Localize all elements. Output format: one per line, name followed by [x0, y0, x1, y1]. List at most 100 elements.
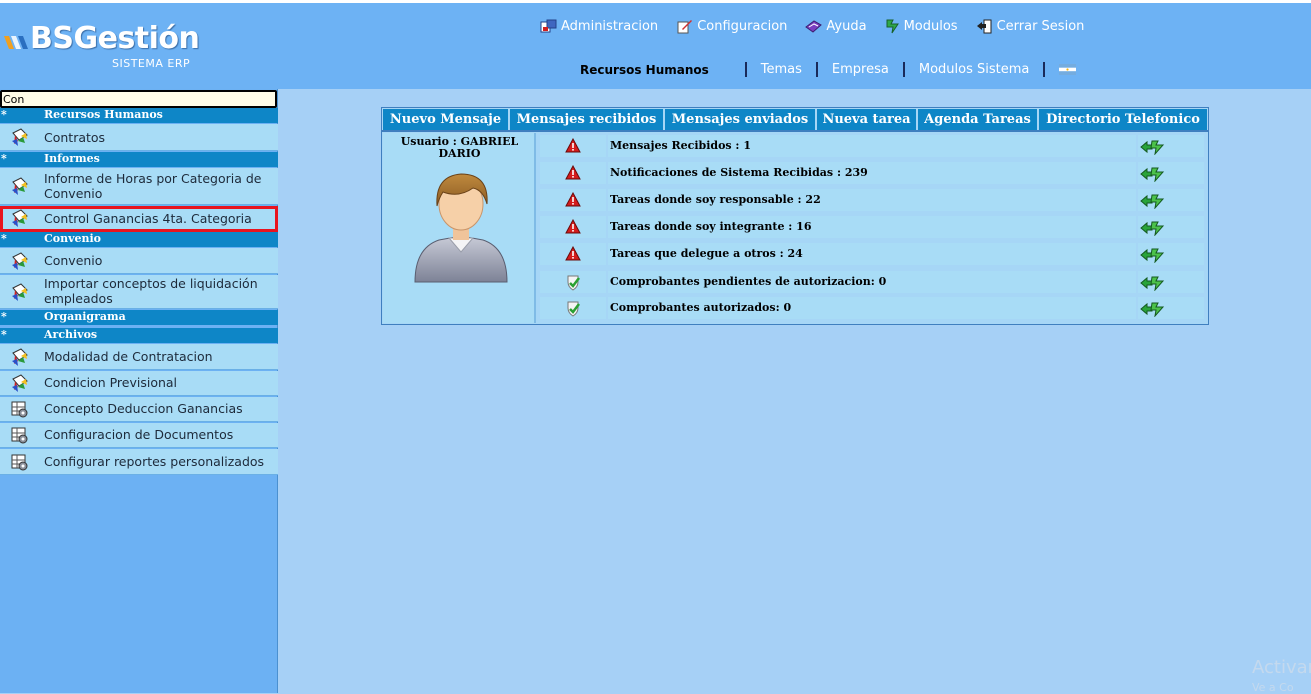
tab-agenda-tareas[interactable]: Agenda Tareas: [918, 109, 1039, 130]
table-settings-icon: [11, 454, 28, 471]
table-settings-icon: [11, 427, 28, 444]
group-organigrama[interactable]: * Organigrama: [0, 310, 278, 325]
summary-row: Mensajes Recibidos : 1: [540, 135, 1204, 157]
go-button[interactable]: [1138, 135, 1204, 157]
summary-text: Tareas que delegue a otros : 24: [608, 243, 1136, 265]
tab-directorio-telefonico[interactable]: Directorio Telefonico: [1039, 109, 1207, 130]
group-label: Convenio: [44, 232, 101, 245]
summary-row: Comprobantes autorizados: 0: [540, 297, 1204, 319]
status-cell: [540, 243, 606, 265]
go-arrow-icon: [1140, 248, 1164, 263]
group-informes[interactable]: * Informes: [0, 152, 278, 167]
menu-modulos[interactable]: Modulos: [885, 18, 958, 34]
tab-nuevo-mensaje[interactable]: Nuevo Mensaje: [383, 109, 510, 130]
activation-watermark-sub: Ve a Co: [1252, 681, 1294, 694]
brand-logo[interactable]: BSGestión SISTEMA ERP: [0, 21, 210, 77]
module-nav: Recursos Humanos Temas Empresa Modulos S…: [580, 62, 1077, 77]
sidebar-item-modalidad-contratacion[interactable]: Modalidad de Contratacion: [0, 344, 278, 370]
sidebar-item-configuracion-documentos[interactable]: Configuracion de Documentos: [0, 423, 278, 448]
menu-ayuda[interactable]: Ayuda: [805, 19, 867, 34]
brand-subtitle: SISTEMA ERP: [112, 57, 191, 70]
report-icon: [11, 374, 28, 393]
status-cell: [540, 135, 606, 157]
current-module: Recursos Humanos: [580, 62, 709, 77]
go-arrow-icon: [1140, 194, 1164, 209]
warning-icon: [565, 192, 581, 207]
nav-link-temas[interactable]: Temas: [761, 62, 802, 77]
warning-icon: [565, 246, 581, 261]
menu-label: Administracion: [561, 18, 659, 34]
logo-mark-icon: [4, 36, 28, 49]
go-button[interactable]: [1138, 243, 1204, 265]
group-marker: *: [1, 108, 7, 121]
sidebar-item-importar-conceptos[interactable]: Importar conceptos de liquidación emplea…: [0, 275, 278, 309]
brand-name: BSGestión: [30, 21, 200, 56]
sidebar-item-concepto-deduccion[interactable]: Concepto Deduccion Ganancias: [0, 397, 278, 422]
sidebar: * Recursos Humanos Contratos * Informes …: [0, 89, 278, 693]
group-marker: *: [1, 328, 7, 341]
table-settings-icon: [11, 401, 28, 418]
sidebar-item-condicion-previsional[interactable]: Condicion Previsional: [0, 371, 278, 396]
sidebar-item-control-ganancias[interactable]: Control Ganancias 4ta. Categoria: [0, 206, 278, 232]
group-marker: *: [1, 310, 7, 323]
sidebar-item-label: Importar conceptos de liquidación emplea…: [44, 276, 258, 306]
summary-row: Tareas donde soy responsable : 22: [540, 189, 1204, 211]
sidebar-item-informe-horas[interactable]: Informe de Horas por Categoria de Conven…: [0, 168, 278, 205]
sidebar-item-label: Control Ganancias 4ta. Categoria: [44, 211, 252, 226]
nav-separator: [1043, 62, 1046, 77]
administration-icon: [540, 19, 557, 32]
configuration-icon: [677, 19, 693, 33]
menu-label: Configuracion: [697, 18, 788, 34]
go-button[interactable]: [1138, 297, 1204, 319]
tab-nueva-tarea[interactable]: Nueva tarea: [817, 109, 918, 130]
nav-separator: [744, 62, 747, 77]
menu-configuracion[interactable]: Configuracion: [676, 19, 787, 34]
group-archivos[interactable]: * Archivos: [0, 328, 278, 343]
sidebar-item-label: Concepto Deduccion Ganancias: [44, 401, 243, 416]
sidebar-item-label: Informe de Horas por Categoria de Conven…: [44, 171, 262, 201]
summary-row: Tareas que delegue a otros : 24: [540, 243, 1204, 265]
group-label: Archivos: [44, 328, 98, 341]
menu-search-input[interactable]: [0, 90, 277, 108]
group-label: Informes: [44, 152, 100, 165]
sidebar-item-configurar-reportes[interactable]: Configurar reportes personalizados: [0, 449, 278, 475]
sidebar-item-label: Contratos: [44, 130, 106, 145]
messages-panel: Nuevo Mensaje Mensajes recibidos Mensaje…: [381, 107, 1209, 325]
go-button[interactable]: [1138, 216, 1204, 238]
group-marker: *: [1, 152, 7, 165]
go-button[interactable]: [1138, 162, 1204, 184]
group-convenio[interactable]: * Convenio: [0, 232, 278, 247]
tab-mensajes-enviados[interactable]: Mensajes enviados: [665, 109, 817, 130]
go-button[interactable]: [1138, 271, 1204, 293]
go-button[interactable]: [1138, 189, 1204, 211]
group-recursos-humanos[interactable]: * Recursos Humanos: [0, 108, 278, 123]
go-arrow-icon: [1140, 276, 1164, 291]
report-icon: [11, 283, 28, 302]
report-icon: [11, 252, 28, 271]
menu-cerrar-sesion[interactable]: Cerrar Sesion: [976, 19, 1084, 34]
sidebar-item-contratos[interactable]: Contratos: [0, 124, 278, 151]
sidebar-item-convenio[interactable]: Convenio: [0, 248, 278, 274]
nav-link-modulos-sistema[interactable]: Modulos Sistema: [919, 62, 1030, 77]
warning-icon: [565, 219, 581, 234]
go-arrow-icon: [1140, 302, 1164, 317]
status-cell: [540, 216, 606, 238]
summary-row: Notificaciones de Sistema Recibidas : 23…: [540, 162, 1204, 184]
top-header: BSGestión SISTEMA ERP Administracion Con…: [0, 0, 1311, 89]
sidebar-item-label: Configuracion de Documentos: [44, 427, 234, 442]
nav-link-empresa[interactable]: Empresa: [832, 62, 889, 77]
panel-tabs: Nuevo Mensaje Mensajes recibidos Mensaje…: [383, 109, 1207, 130]
go-arrow-icon: [1140, 221, 1164, 236]
report-icon: [11, 177, 28, 196]
activation-watermark: Activar: [1252, 657, 1311, 678]
modules-icon: [886, 19, 899, 34]
top-menu: Administracion Configuracion Ayuda Modul…: [540, 16, 1102, 36]
go-arrow-icon: [1140, 140, 1164, 155]
tab-mensajes-recibidos[interactable]: Mensajes recibidos: [510, 109, 665, 130]
status-cell: [540, 162, 606, 184]
group-label: Organigrama: [44, 310, 126, 323]
help-icon: [805, 19, 823, 33]
menu-administracion[interactable]: Administracion: [540, 19, 658, 34]
user-label: Usuario : GABRIEL DARIO: [400, 135, 519, 160]
argentina-flag-icon[interactable]: [1059, 64, 1077, 75]
